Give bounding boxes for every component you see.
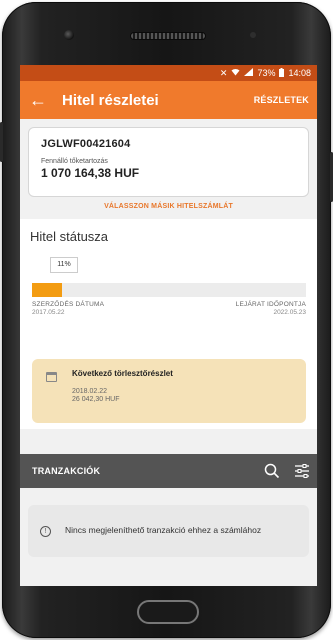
progress-bar xyxy=(32,283,306,297)
next-installment-title: Következő törlesztőrészlet xyxy=(72,369,173,378)
next-installment-amount: 26 042,30 HUF xyxy=(72,396,120,403)
bluetooth-mute-icon: ✕ xyxy=(219,67,228,78)
clock: 14:08 xyxy=(288,68,311,78)
status-bar: ✕ 73% 14:08 xyxy=(20,65,317,81)
debt-label: Fennálló tőketartozás xyxy=(41,158,108,165)
wifi-icon xyxy=(231,68,240,78)
proximity-sensor xyxy=(250,32,256,38)
next-installment-date: 2018.02.22 xyxy=(72,388,108,395)
progress-percent-badge: 11% xyxy=(50,257,78,273)
no-transactions-message: ! Nincs megjeleníthető tranzakció ehhez … xyxy=(28,505,309,557)
loan-card[interactable]: JGLWF00421604 Fennálló tőketartozás 1 07… xyxy=(28,127,309,197)
filter-icon[interactable] xyxy=(287,454,317,488)
loan-status-title: Hitel státusza xyxy=(30,229,109,244)
battery-icon xyxy=(279,67,285,79)
volume-button xyxy=(0,122,3,162)
loan-account-id: JGLWF00421604 xyxy=(41,138,131,150)
phone-frame: ✕ 73% 14:08 ← Hitel részletei RÉSZLETEK … xyxy=(0,2,333,638)
progress-bar-fill xyxy=(32,283,63,297)
transactions-label: TRANZAKCIÓK xyxy=(32,466,101,476)
earpiece-speaker xyxy=(130,32,206,40)
app-bar: ← Hitel részletei RÉSZLETEK xyxy=(20,81,317,119)
loan-status-section: Hitel státusza 11% SZERZŐDÉS DÁTUMA 2017… xyxy=(20,219,317,429)
battery-percent: 73% xyxy=(257,68,276,78)
debt-value: 1 070 164,38 HUF xyxy=(41,166,140,180)
maturity-date: 2022.05.23 xyxy=(273,309,306,316)
no-transactions-text: Nincs megjeleníthető tranzakció ehhez a … xyxy=(65,525,262,536)
screen: ✕ 73% 14:08 ← Hitel részletei RÉSZLETEK … xyxy=(20,65,317,586)
main-content: JGLWF00421604 Fennálló tőketartozás 1 07… xyxy=(20,119,317,586)
search-icon[interactable] xyxy=(257,454,287,488)
front-camera xyxy=(64,30,74,40)
transactions-header: TRANZAKCIÓK xyxy=(20,454,317,488)
maturity-date-label: LEJÁRAT IDŐPONTJA xyxy=(235,301,306,308)
info-icon: ! xyxy=(40,525,51,537)
home-button[interactable] xyxy=(137,600,199,624)
calendar-icon xyxy=(46,372,57,382)
page-title: Hitel részletei xyxy=(62,91,159,109)
details-button[interactable]: RÉSZLETEK xyxy=(254,95,317,105)
contract-date: 2017.05.22 xyxy=(32,309,65,316)
choose-other-account-link[interactable]: VÁLASSZON MÁSIK HITELSZÁMLÁT xyxy=(20,203,317,210)
back-arrow-icon[interactable]: ← xyxy=(24,90,52,111)
signal-icon xyxy=(244,68,254,78)
contract-date-label: SZERZŐDÉS DÁTUMA xyxy=(32,301,105,308)
next-installment-card: Következő törlesztőrészlet 2018.02.22 26… xyxy=(32,359,306,423)
